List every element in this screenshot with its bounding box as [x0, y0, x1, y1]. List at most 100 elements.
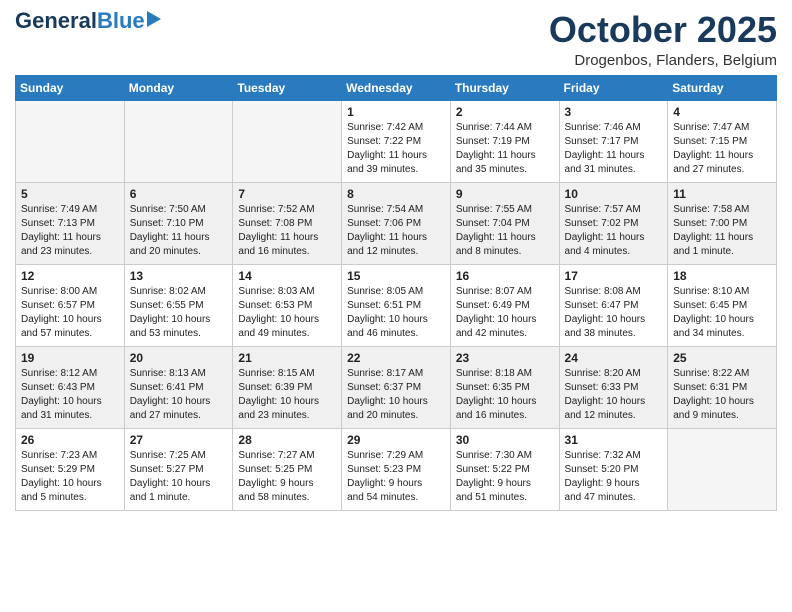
header-tuesday: Tuesday [233, 75, 342, 100]
day-info: Sunrise: 7:32 AM Sunset: 5:20 PM Dayligh… [565, 449, 664, 505]
calendar-week-row-1: 5 Sunrise: 7:49 AM Sunset: 7:13 PM Daylig… [16, 182, 777, 264]
calendar-cell: 7Sunrise: 7:52 AM Sunset: 7:08 PM Daylig… [233, 182, 342, 264]
calendar-cell: 15 Sunrise: 8:05 AM Sunset: 6:51 PM Dayli… [342, 264, 451, 346]
calendar-cell: 2Sunrise: 7:44 AM Sunset: 7:19 PM Daylig… [450, 100, 559, 182]
calendar-cell: 4 Sunrise: 7:47 AM Sunset: 7:15 PM Daylig… [668, 100, 777, 182]
page: GeneralBlue October 2025 Drogenbos, Flan… [0, 0, 792, 612]
calendar-cell: 31 Sunrise: 7:32 AM Sunset: 5:20 PM Dayli… [559, 428, 668, 510]
day-number: 19 [21, 351, 120, 365]
logo-arrow-icon [147, 11, 161, 27]
calendar-week-row-3: 19 Sunrise: 8:12 AM Sunset: 6:43 PM Dayli… [16, 346, 777, 428]
day-info: Sunrise: 7:47 AM Sunset: 7:15 PM Dayligh… [673, 121, 772, 177]
logo-text: GeneralBlue [15, 10, 145, 32]
calendar-week-row-4: 26Sunrise: 7:23 AM Sunset: 5:29 PM Dayli… [16, 428, 777, 510]
day-number: 4 [673, 105, 772, 119]
calendar-cell [233, 100, 342, 182]
day-number: 3 [565, 105, 664, 119]
day-info: Sunrise: 8:03 AM Sunset: 6:53 PM Dayligh… [238, 285, 337, 341]
day-number: 1 [347, 105, 446, 119]
calendar-cell: 9Sunrise: 7:55 AM Sunset: 7:04 PM Daylig… [450, 182, 559, 264]
calendar-table: Sunday Monday Tuesday Wednesday Thursday… [15, 75, 777, 511]
day-number: 22 [347, 351, 446, 365]
location: Drogenbos, Flanders, Belgium [549, 52, 777, 69]
calendar-cell: 24Sunrise: 8:20 AM Sunset: 6:33 PM Dayli… [559, 346, 668, 428]
calendar-cell: 8Sunrise: 7:54 AM Sunset: 7:06 PM Daylig… [342, 182, 451, 264]
title-block: October 2025 Drogenbos, Flanders, Belgiu… [549, 10, 777, 69]
day-info: Sunrise: 8:10 AM Sunset: 6:45 PM Dayligh… [673, 285, 772, 341]
day-info: Sunrise: 8:02 AM Sunset: 6:55 PM Dayligh… [130, 285, 229, 341]
day-number: 5 [21, 187, 120, 201]
calendar-cell: 11 Sunrise: 7:58 AM Sunset: 7:00 PM Dayli… [668, 182, 777, 264]
day-info: Sunrise: 8:22 AM Sunset: 6:31 PM Dayligh… [673, 367, 772, 423]
day-number: 28 [238, 433, 337, 447]
day-number: 10 [565, 187, 664, 201]
calendar-cell: 29 Sunrise: 7:29 AM Sunset: 5:23 PM Dayli… [342, 428, 451, 510]
logo-blue: Blue [97, 8, 145, 33]
day-info: Sunrise: 7:55 AM Sunset: 7:04 PM Dayligh… [456, 203, 555, 259]
header: GeneralBlue October 2025 Drogenbos, Flan… [15, 10, 777, 69]
calendar-cell [124, 100, 233, 182]
header-thursday: Thursday [450, 75, 559, 100]
calendar-cell: 1 Sunrise: 7:42 AM Sunset: 7:22 PM Daylig… [342, 100, 451, 182]
calendar-cell: 5 Sunrise: 7:49 AM Sunset: 7:13 PM Daylig… [16, 182, 125, 264]
header-sunday: Sunday [16, 75, 125, 100]
day-info: Sunrise: 8:15 AM Sunset: 6:39 PM Dayligh… [238, 367, 337, 423]
calendar-cell: 12 Sunrise: 8:00 AM Sunset: 6:57 PM Dayli… [16, 264, 125, 346]
day-number: 24 [565, 351, 664, 365]
day-number: 6 [130, 187, 229, 201]
day-info: Sunrise: 8:00 AM Sunset: 6:57 PM Dayligh… [21, 285, 120, 341]
day-number: 2 [456, 105, 555, 119]
calendar-cell: 23Sunrise: 8:18 AM Sunset: 6:35 PM Dayli… [450, 346, 559, 428]
day-number: 18 [673, 269, 772, 283]
calendar-cell: 30 Sunrise: 7:30 AM Sunset: 5:22 PM Dayli… [450, 428, 559, 510]
day-number: 29 [347, 433, 446, 447]
day-number: 11 [673, 187, 772, 201]
day-info: Sunrise: 8:17 AM Sunset: 6:37 PM Dayligh… [347, 367, 446, 423]
calendar-cell: 18 Sunrise: 8:10 AM Sunset: 6:45 PM Dayli… [668, 264, 777, 346]
day-info: Sunrise: 7:57 AM Sunset: 7:02 PM Dayligh… [565, 203, 664, 259]
day-info: Sunrise: 7:25 AM Sunset: 5:27 PM Dayligh… [130, 449, 229, 505]
calendar-cell: 20Sunrise: 8:13 AM Sunset: 6:41 PM Dayli… [124, 346, 233, 428]
calendar-week-row-0: 1 Sunrise: 7:42 AM Sunset: 7:22 PM Daylig… [16, 100, 777, 182]
day-info: Sunrise: 7:42 AM Sunset: 7:22 PM Dayligh… [347, 121, 446, 177]
calendar-cell [16, 100, 125, 182]
header-monday: Monday [124, 75, 233, 100]
weekday-header-row: Sunday Monday Tuesday Wednesday Thursday… [16, 75, 777, 100]
day-number: 15 [347, 269, 446, 283]
calendar-cell: 25 Sunrise: 8:22 AM Sunset: 6:31 PM Dayli… [668, 346, 777, 428]
logo: GeneralBlue [15, 10, 161, 32]
day-number: 27 [130, 433, 229, 447]
day-info: Sunrise: 7:27 AM Sunset: 5:25 PM Dayligh… [238, 449, 337, 505]
calendar-cell: 19 Sunrise: 8:12 AM Sunset: 6:43 PM Dayli… [16, 346, 125, 428]
day-number: 14 [238, 269, 337, 283]
calendar-cell: 3Sunrise: 7:46 AM Sunset: 7:17 PM Daylig… [559, 100, 668, 182]
day-number: 23 [456, 351, 555, 365]
day-number: 30 [456, 433, 555, 447]
day-number: 25 [673, 351, 772, 365]
calendar-cell: 22 Sunrise: 8:17 AM Sunset: 6:37 PM Dayli… [342, 346, 451, 428]
calendar-cell: 28 Sunrise: 7:27 AM Sunset: 5:25 PM Dayli… [233, 428, 342, 510]
day-info: Sunrise: 8:05 AM Sunset: 6:51 PM Dayligh… [347, 285, 446, 341]
calendar-cell: 13 Sunrise: 8:02 AM Sunset: 6:55 PM Dayli… [124, 264, 233, 346]
day-number: 26 [21, 433, 120, 447]
day-number: 31 [565, 433, 664, 447]
day-info: Sunrise: 7:29 AM Sunset: 5:23 PM Dayligh… [347, 449, 446, 505]
calendar-cell: 17 Sunrise: 8:08 AM Sunset: 6:47 PM Dayli… [559, 264, 668, 346]
day-info: Sunrise: 8:08 AM Sunset: 6:47 PM Dayligh… [565, 285, 664, 341]
day-number: 17 [565, 269, 664, 283]
day-number: 20 [130, 351, 229, 365]
calendar-cell: 27 Sunrise: 7:25 AM Sunset: 5:27 PM Dayli… [124, 428, 233, 510]
calendar-cell: 6Sunrise: 7:50 AM Sunset: 7:10 PM Daylig… [124, 182, 233, 264]
header-friday: Friday [559, 75, 668, 100]
calendar-cell: 14 Sunrise: 8:03 AM Sunset: 6:53 PM Dayli… [233, 264, 342, 346]
calendar-cell [668, 428, 777, 510]
day-number: 13 [130, 269, 229, 283]
day-number: 7 [238, 187, 337, 201]
day-info: Sunrise: 7:58 AM Sunset: 7:00 PM Dayligh… [673, 203, 772, 259]
day-number: 12 [21, 269, 120, 283]
day-info: Sunrise: 7:30 AM Sunset: 5:22 PM Dayligh… [456, 449, 555, 505]
day-info: Sunrise: 8:07 AM Sunset: 6:49 PM Dayligh… [456, 285, 555, 341]
day-info: Sunrise: 7:49 AM Sunset: 7:13 PM Dayligh… [21, 203, 120, 259]
header-saturday: Saturday [668, 75, 777, 100]
day-info: Sunrise: 8:12 AM Sunset: 6:43 PM Dayligh… [21, 367, 120, 423]
